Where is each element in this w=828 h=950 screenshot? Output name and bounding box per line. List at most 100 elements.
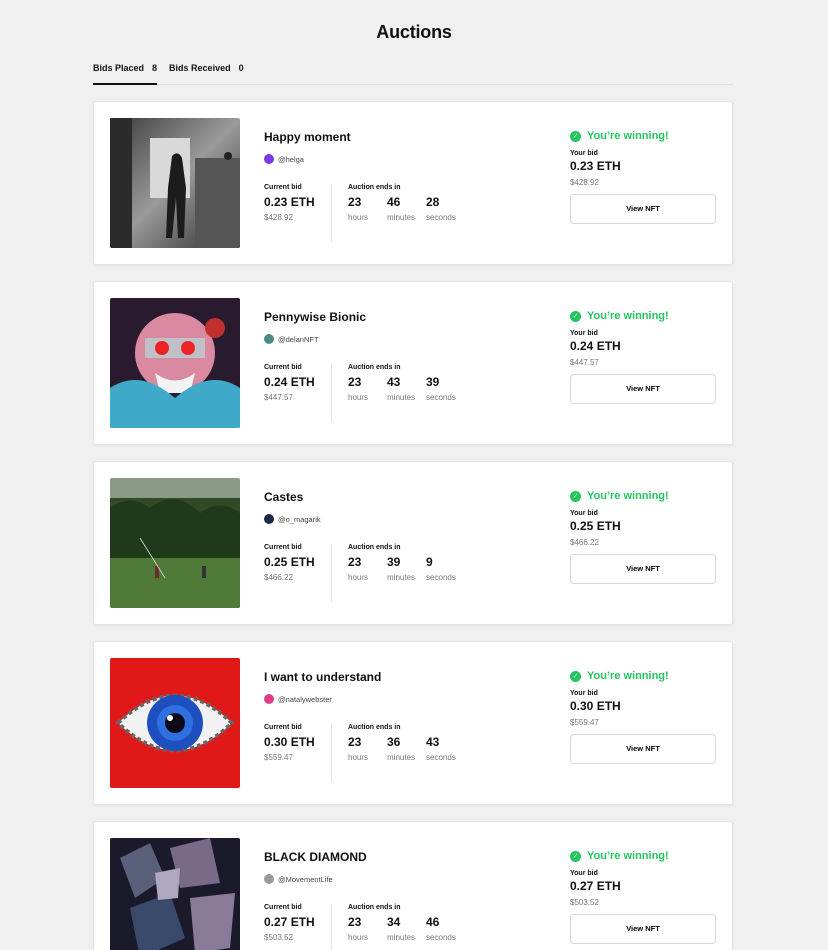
timer-hours: 23 [348,195,362,209]
auction-ends-label: Auction ends in [348,364,401,371]
page-title: Auctions [376,22,452,42]
minutes-label: minutes [387,933,416,942]
timer-hours: 23 [348,555,362,569]
auction-timer: Auction ends in 23 hours 34 minutes 46 seco… [332,904,465,950]
auction-timer: Auction ends in 23 hours 46 minutes 28 seco… [332,184,465,242]
creator-avatar [264,334,274,344]
creator[interactable]: @natalywebster [264,694,332,704]
bids-tabs: Bids Placed 8 Bids Received 0 [93,62,733,85]
your-bid-usd: $466.22 [570,538,599,547]
winning-label: You’re winning! [587,490,669,502]
minutes-label: minutes [387,213,416,222]
creator-handle: @MovementLife [278,874,333,884]
timer-hours: 23 [348,915,362,929]
view-nft-button[interactable]: View NFT [570,194,716,224]
winning-status: ✓ You’re winning! [570,850,717,862]
winning-label: You’re winning! [587,850,669,862]
winning-status: ✓ You’re winning! [570,670,717,682]
current-bid-usd: $503.52 [264,933,293,942]
seconds-label: seconds [426,753,456,762]
nft-title[interactable]: I want to understand [264,670,381,684]
winning-label: You’re winning! [587,310,669,322]
view-nft-button[interactable]: View NFT [570,554,716,584]
timer-seconds: 28 [426,195,440,209]
winning-label: You’re winning! [587,130,669,142]
tab-label: Bids Placed [93,63,145,73]
creator-avatar [264,694,274,704]
timer-minutes: 39 [387,555,401,569]
bid-stats: Current bid 0.24 ETH $447.57 Auction end… [264,364,465,422]
creator[interactable]: @o_magarik [264,514,321,524]
creator-handle: @o_magarik [278,514,321,524]
seconds-label: seconds [426,213,456,222]
check-circle-icon: ✓ [570,310,581,322]
hours-label: hours [348,393,369,402]
nft-image[interactable] [110,118,240,248]
view-nft-button[interactable]: View NFT [570,734,716,764]
nft-image[interactable] [110,838,240,950]
current-bid-label: Current bid [264,544,302,551]
creator[interactable]: @MovementLife [264,874,333,884]
bid-status: ✓ You’re winning! Your bid 0.24 ETH $447.… [570,310,717,404]
check-circle-icon: ✓ [570,670,581,682]
creator-avatar [264,874,274,884]
view-nft-button[interactable]: View NFT [570,914,716,944]
timer-minutes: 34 [387,915,401,929]
bid-stats: Current bid 0.30 ETH $559.47 Auction end… [264,724,465,782]
auction-card: Pennywise Bionic @delanNFT Current bid 0… [93,281,733,445]
timer-minutes: 43 [387,375,401,389]
current-bid-usd: $428.92 [264,213,293,222]
tab-label: Bids Received [169,63,231,73]
your-bid-value: 0.24 ETH [570,339,621,353]
auction-ends-label: Auction ends in [348,544,401,551]
minutes-label: minutes [387,753,416,762]
current-bid-value: 0.30 ETH [264,735,315,749]
creator-handle: @helga [278,154,304,164]
nft-title[interactable]: Castes [264,490,303,504]
auction-timer: Auction ends in 23 hours 39 minutes 9 secon… [332,544,465,602]
creator[interactable]: @helga [264,154,304,164]
auction-ends-label: Auction ends in [348,184,401,191]
nft-image[interactable] [110,658,240,788]
bid-status: ✓ You’re winning! Your bid 0.25 ETH $466.… [570,490,717,584]
auction-card: BLACK DIAMOND @MovementLife Current bid … [93,821,733,950]
bid-stats: Current bid 0.27 ETH $503.52 Auction end… [264,904,465,950]
timer-minutes: 46 [387,195,401,209]
nft-image[interactable] [110,298,240,428]
your-bid-label: Your bid [570,510,598,517]
bid-status: ✓ You’re winning! Your bid 0.23 ETH $428.… [570,130,717,224]
bid-stats: Current bid 0.23 ETH $428.92 Auction end… [264,184,465,242]
current-bid-label: Current bid [264,724,302,731]
auction-card: Castes @o_magarik Current bid 0.25 ETH $… [93,461,733,625]
creator[interactable]: @delanNFT [264,334,319,344]
winning-status: ✓ You’re winning! [570,130,717,142]
timer-minutes: 36 [387,735,401,749]
current-bid: Current bid 0.23 ETH $428.92 [264,184,332,242]
seconds-label: seconds [426,573,456,582]
current-bid-value: 0.25 ETH [264,555,315,569]
current-bid-value: 0.24 ETH [264,375,315,389]
view-nft-button[interactable]: View NFT [570,374,716,404]
your-bid-value: 0.23 ETH [570,159,621,173]
nft-title[interactable]: Happy moment [264,130,351,144]
minutes-label: minutes [387,393,416,402]
timer-seconds: 39 [426,375,440,389]
your-bid-usd: $428.92 [570,178,599,187]
creator-avatar [264,154,274,164]
current-bid-usd: $447.57 [264,393,293,402]
tab-bids-placed[interactable]: Bids Placed 8 [93,62,158,85]
tab-bids-received[interactable]: Bids Received 0 [169,62,244,85]
timer-hours: 23 [348,735,362,749]
minutes-label: minutes [387,573,416,582]
timer-hours: 23 [348,375,362,389]
nft-title[interactable]: BLACK DIAMOND [264,850,367,864]
auction-card: I want to understand @natalywebster Curr… [93,641,733,805]
current-bid: Current bid 0.24 ETH $447.57 [264,364,332,422]
hours-label: hours [348,573,369,582]
nft-image[interactable] [110,478,240,608]
bid-status: ✓ You’re winning! Your bid 0.27 ETH $503.… [570,850,717,944]
hours-label: hours [348,933,369,942]
bid-stats: Current bid 0.25 ETH $466.22 Auction end… [264,544,465,602]
winning-status: ✓ You’re winning! [570,310,717,322]
nft-title[interactable]: Pennywise Bionic [264,310,366,324]
